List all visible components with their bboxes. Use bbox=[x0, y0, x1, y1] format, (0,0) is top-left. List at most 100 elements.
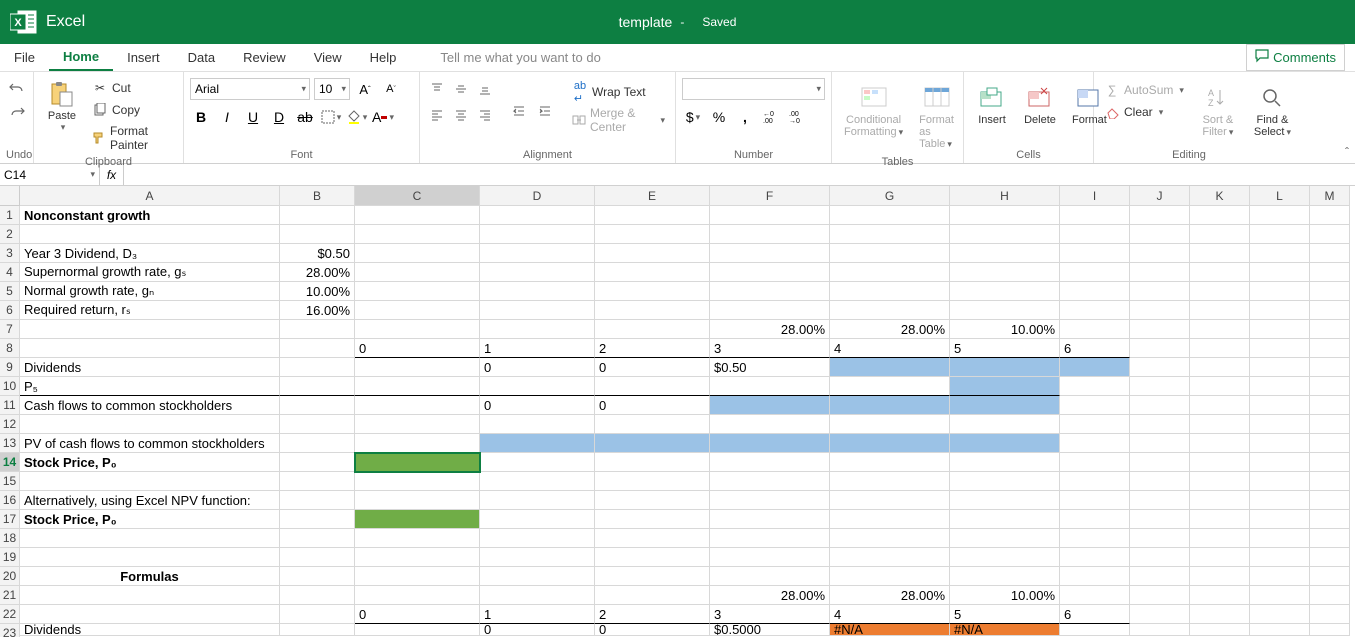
formula-input[interactable] bbox=[124, 164, 1355, 185]
row-header[interactable]: 12 bbox=[0, 415, 20, 434]
redo-icon[interactable] bbox=[9, 104, 25, 120]
svg-text:.00: .00 bbox=[763, 118, 773, 124]
strikethrough-button[interactable]: ab bbox=[294, 106, 316, 128]
row-header[interactable]: 1 bbox=[0, 206, 20, 225]
col-header[interactable]: K bbox=[1190, 186, 1250, 206]
col-header[interactable]: L bbox=[1250, 186, 1310, 206]
row-header[interactable]: 23 bbox=[0, 624, 20, 637]
find-select-button[interactable]: Find & Select▾ bbox=[1248, 78, 1297, 142]
row-header[interactable]: 3 bbox=[0, 244, 20, 263]
border-button[interactable]: ▾ bbox=[320, 106, 342, 128]
paste-button[interactable]: Paste▾ bbox=[40, 74, 84, 137]
bold-button[interactable]: B bbox=[190, 106, 212, 128]
row-header[interactable]: 9 bbox=[0, 358, 20, 377]
row-header[interactable]: 11 bbox=[0, 396, 20, 415]
cell-C14[interactable] bbox=[355, 453, 480, 472]
align-center-icon[interactable] bbox=[450, 104, 472, 126]
clear-button[interactable]: Clear▾ bbox=[1100, 102, 1188, 122]
col-header[interactable]: G bbox=[830, 186, 950, 206]
copy-button[interactable]: Copy bbox=[88, 100, 177, 120]
svg-text:←0: ←0 bbox=[763, 111, 774, 118]
row-header[interactable]: 6 bbox=[0, 301, 20, 320]
col-header[interactable]: I bbox=[1060, 186, 1130, 206]
row-header[interactable]: 14 bbox=[0, 453, 20, 472]
double-underline-button[interactable]: D bbox=[268, 106, 290, 128]
col-header[interactable]: B bbox=[280, 186, 355, 206]
row-header[interactable]: 7 bbox=[0, 320, 20, 339]
align-right-icon[interactable] bbox=[474, 104, 496, 126]
insert-cells-button[interactable]: Insert bbox=[970, 78, 1014, 130]
row-header[interactable]: 17 bbox=[0, 510, 20, 529]
font-size-select[interactable] bbox=[314, 78, 350, 100]
italic-button[interactable]: I bbox=[216, 106, 238, 128]
col-header[interactable]: M bbox=[1310, 186, 1350, 206]
row-header[interactable]: 10 bbox=[0, 377, 20, 396]
align-left-icon[interactable] bbox=[426, 104, 448, 126]
tab-data[interactable]: Data bbox=[174, 44, 229, 71]
number-format-select[interactable] bbox=[682, 78, 825, 100]
font-grow-icon[interactable]: Aˆ bbox=[354, 78, 376, 100]
cells-label: Cells bbox=[970, 147, 1087, 163]
tab-help[interactable]: Help bbox=[356, 44, 411, 71]
decrease-decimal-button[interactable]: .00→0 bbox=[786, 106, 808, 128]
editing-label: Editing bbox=[1100, 147, 1278, 163]
col-header[interactable]: C bbox=[355, 186, 480, 206]
align-bottom-icon[interactable] bbox=[474, 78, 496, 100]
row-header[interactable]: 22 bbox=[0, 605, 20, 624]
merge-center-button[interactable]: Merge & Center▾ bbox=[568, 104, 669, 136]
tab-insert[interactable]: Insert bbox=[113, 44, 174, 71]
format-painter-button[interactable]: Format Painter bbox=[88, 122, 177, 154]
undo-icon[interactable] bbox=[9, 80, 25, 96]
wrap-text-button[interactable]: ab↵Wrap Text bbox=[568, 82, 669, 102]
alignment-label: Alignment bbox=[426, 147, 669, 163]
select-all-corner[interactable] bbox=[0, 186, 20, 206]
sort-filter-button[interactable]: AZ Sort & Filter▾ bbox=[1196, 78, 1240, 142]
tab-review[interactable]: Review bbox=[229, 44, 300, 71]
align-top-icon[interactable] bbox=[426, 78, 448, 100]
align-middle-icon[interactable] bbox=[450, 78, 472, 100]
row-header[interactable]: 13 bbox=[0, 434, 20, 453]
tab-file[interactable]: File bbox=[0, 44, 49, 71]
conditional-formatting-button[interactable]: Conditional Formatting▾ bbox=[838, 78, 909, 142]
col-header[interactable]: H bbox=[950, 186, 1060, 206]
increase-decimal-button[interactable]: ←0.00 bbox=[760, 106, 782, 128]
format-table-button[interactable]: Format as Table▾ bbox=[913, 78, 960, 154]
fill-color-button[interactable]: ▾ bbox=[346, 106, 368, 128]
row-header[interactable]: 2 bbox=[0, 225, 20, 244]
underline-button[interactable]: U bbox=[242, 106, 264, 128]
tab-view[interactable]: View bbox=[300, 44, 356, 71]
col-header[interactable]: J bbox=[1130, 186, 1190, 206]
row-header[interactable]: 16 bbox=[0, 491, 20, 510]
autosum-button[interactable]: ∑AutoSum▾ bbox=[1100, 80, 1188, 100]
col-header[interactable]: A bbox=[20, 186, 280, 206]
cut-button[interactable]: ✂Cut bbox=[88, 78, 177, 98]
currency-button[interactable]: $▾ bbox=[682, 106, 704, 128]
doc-sep: - bbox=[680, 15, 684, 29]
font-name-select[interactable] bbox=[190, 78, 310, 100]
col-header[interactable]: D bbox=[480, 186, 595, 206]
indent-decrease-icon[interactable] bbox=[508, 100, 530, 122]
tell-me-input[interactable]: Tell me what you want to do bbox=[440, 44, 600, 71]
row-header[interactable]: 15 bbox=[0, 472, 20, 491]
row-header[interactable]: 20 bbox=[0, 567, 20, 586]
tab-home[interactable]: Home bbox=[49, 44, 113, 71]
comments-button[interactable]: Comments bbox=[1246, 44, 1345, 71]
row-header[interactable]: 8 bbox=[0, 339, 20, 358]
col-header[interactable]: E bbox=[595, 186, 710, 206]
row-header[interactable]: 5 bbox=[0, 282, 20, 301]
font-shrink-icon[interactable]: Aˇ bbox=[380, 78, 402, 100]
collapse-ribbon-icon[interactable]: ˆ bbox=[1345, 145, 1349, 159]
row-header[interactable]: 18 bbox=[0, 529, 20, 548]
percent-button[interactable]: % bbox=[708, 106, 730, 128]
comma-button[interactable]: , bbox=[734, 106, 756, 128]
font-color-button[interactable]: A▾ bbox=[372, 106, 394, 128]
conditional-formatting-icon bbox=[858, 82, 890, 114]
row-header[interactable]: 21 bbox=[0, 586, 20, 605]
cell[interactable]: Nonconstant growth bbox=[20, 206, 280, 225]
delete-cells-button[interactable]: Delete bbox=[1018, 78, 1062, 130]
cut-icon: ✂ bbox=[92, 80, 108, 96]
indent-increase-icon[interactable] bbox=[534, 100, 556, 122]
row-header[interactable]: 4 bbox=[0, 263, 20, 282]
row-header[interactable]: 19 bbox=[0, 548, 20, 567]
col-header[interactable]: F bbox=[710, 186, 830, 206]
